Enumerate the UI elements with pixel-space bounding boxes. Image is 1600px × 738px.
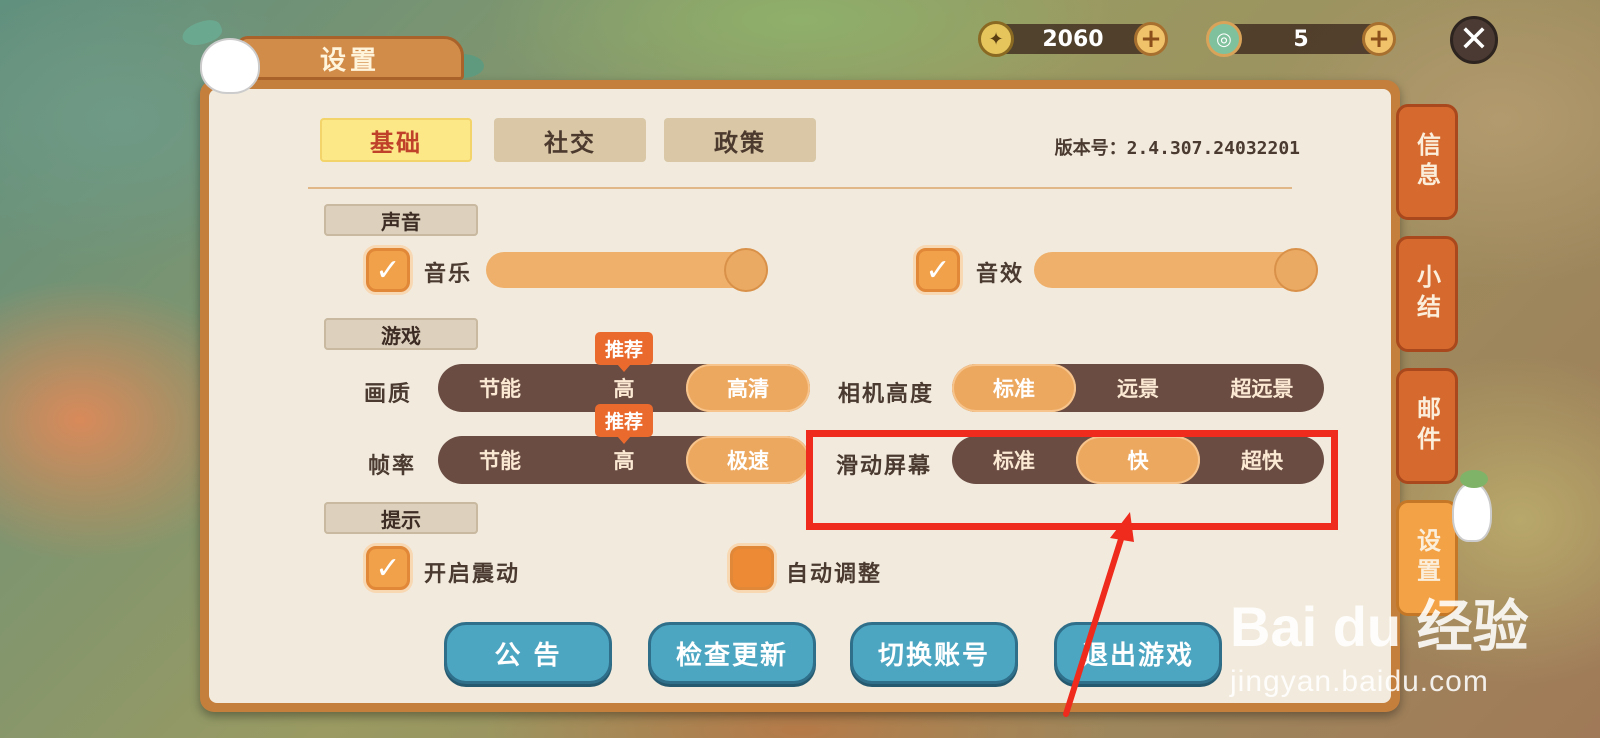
watermark-brand: Bai du 经验 (1230, 595, 1529, 658)
watermark-url: jingyan.baidu.com (1230, 665, 1489, 698)
watermark: Bai du 经验 jingyan.baidu.com (1230, 582, 1529, 699)
